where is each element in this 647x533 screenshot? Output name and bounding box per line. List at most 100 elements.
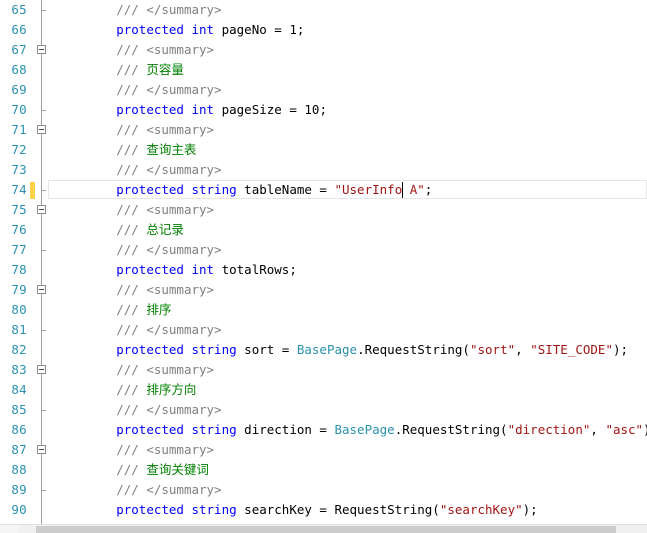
token-cmtz: 总记录 [146,222,184,237]
line-number: 88 [11,462,27,477]
editor-line[interactable]: 79 /// <summary> [0,280,647,300]
token-pln [56,362,116,377]
outlining-line [41,460,42,480]
token-cmt: /// </summary> [116,242,222,257]
code-text[interactable]: /// <summary> [56,200,214,220]
code-text[interactable]: protected string sort = BasePage.Request… [56,340,628,360]
code-text[interactable]: /// </summary> [56,160,221,180]
collapse-region-icon[interactable] [37,285,46,294]
token-cmtz: 排序 [146,302,172,317]
editor-line[interactable]: 65 /// </summary> [0,0,647,20]
token-cmt: /// [116,302,147,317]
line-number: 70 [11,102,27,117]
code-text[interactable]: /// 页容量 [56,60,184,80]
editor-line[interactable]: 76 /// 总记录 [0,220,647,240]
token-cmt: /// </summary> [116,402,222,417]
horizontal-scrollbar[interactable] [0,524,647,533]
editor-line[interactable]: 82 protected string sort = BasePage.Requ… [0,340,647,360]
code-text[interactable]: /// </summary> [56,480,221,500]
line-number: 80 [11,302,27,317]
code-text[interactable]: /// </summary> [56,400,222,420]
outlining-line [41,500,42,520]
editor-line[interactable]: 69 /// </summary> [0,80,647,100]
editor-line[interactable]: 74 protected string tableName = "UserInf… [0,180,647,200]
code-text[interactable]: /// </summary> [56,0,221,20]
editor-line[interactable]: 72 /// 查询主表 [0,140,647,160]
token-pln: ); [612,342,629,357]
editor-line[interactable]: 86 protected string direction = BasePage… [0,420,647,440]
editor-surface[interactable]: 65 /// </summary> 66 protected int pageNo… [0,0,647,524]
token-cmtz: 排序方向 [146,382,197,397]
editor-line[interactable]: 88 /// 查询关键词 [0,460,647,480]
token-pln: ; [424,182,433,197]
line-number: 76 [11,222,27,237]
code-text[interactable]: /// 总记录 [56,220,184,240]
editor-line[interactable]: 81 /// </summary> [0,320,647,340]
editor-line[interactable]: 89 /// </summary> [0,480,647,500]
token-pln [56,462,116,477]
outlining-line [41,60,42,80]
token-kw: protected [116,502,184,517]
editor-line[interactable]: 90 protected string searchKey = RequestS… [0,500,647,520]
collapse-region-icon[interactable] [37,125,46,134]
token-kw: string [191,182,237,197]
editor-line[interactable]: 84 /// 排序方向 [0,380,647,400]
code-text[interactable]: protected int pageSize = 10; [56,100,327,120]
editor-line[interactable]: 73 /// </summary> [0,160,647,180]
code-text[interactable]: protected string searchKey = RequestStri… [56,500,537,520]
token-pln [56,342,116,357]
code-text[interactable]: protected string direction = BasePage.Re… [56,420,647,440]
token-kw: protected [116,342,184,357]
collapse-region-icon[interactable] [37,45,46,54]
token-pln: ; [296,22,305,37]
token-num: 10 [304,102,320,117]
code-text[interactable]: /// <summary> [56,280,214,300]
token-kw: string [191,502,237,517]
editor-line[interactable]: 77 /// </summary> [0,240,647,260]
editor-line[interactable]: 70 protected int pageSize = 10; [0,100,647,120]
editor-line[interactable]: 83 /// <summary> [0,360,647,380]
code-text[interactable]: /// <summary> [56,440,214,460]
editor-line[interactable]: 78 protected int totalRows; [0,260,647,280]
code-text[interactable]: protected int pageNo = 1; [56,20,304,40]
editor-line[interactable]: 66 protected int pageNo = 1; [0,20,647,40]
collapse-region-icon[interactable] [37,365,46,374]
collapse-region-icon[interactable] [37,205,46,214]
code-text[interactable]: /// 排序 [56,300,171,320]
token-str: "asc" [605,422,644,437]
token-pln: , [515,342,531,357]
token-pln: pageNo = [214,22,290,37]
line-number: 81 [11,322,27,337]
token-pln [56,242,116,257]
token-pln [56,182,116,197]
code-text[interactable]: /// 排序方向 [56,380,196,400]
collapse-region-icon[interactable] [37,445,46,454]
token-kw: protected [116,182,184,197]
editor-line[interactable]: 71 /// <summary> [0,120,647,140]
code-text[interactable]: protected int totalRows; [56,260,297,280]
editor-line[interactable]: 67 /// <summary> [0,40,647,60]
line-number: 86 [11,422,27,437]
code-text[interactable]: protected string tableName = "UserInfo A… [56,180,432,200]
code-text[interactable]: /// </summary> [56,240,222,260]
line-number: 74 [11,182,27,197]
horizontal-scroll-thumb[interactable] [36,526,616,533]
code-text[interactable]: /// 查询主表 [56,140,196,160]
editor-line[interactable]: 80 /// 排序 [0,300,647,320]
line-number: 66 [11,22,27,37]
token-pln [56,502,116,517]
outlining-line [41,140,42,160]
editor-line[interactable]: 87 /// <summary> [0,440,647,460]
editor-line[interactable]: 68 /// 页容量 [0,60,647,80]
code-text[interactable]: /// <summary> [56,120,214,140]
code-text[interactable]: /// <summary> [56,360,214,380]
code-text[interactable]: /// <summary> [56,40,214,60]
token-cmtz: 查询主表 [146,142,197,157]
code-text[interactable]: /// </summary> [56,320,221,340]
editor-line[interactable]: 75 /// <summary> [0,200,647,220]
token-pln: totalRows; [214,262,297,277]
code-text[interactable]: /// </summary> [56,80,221,100]
code-text[interactable]: /// 查询关键词 [56,460,209,480]
editor-line[interactable]: 85 /// </summary> [0,400,647,420]
token-pln [56,102,116,117]
